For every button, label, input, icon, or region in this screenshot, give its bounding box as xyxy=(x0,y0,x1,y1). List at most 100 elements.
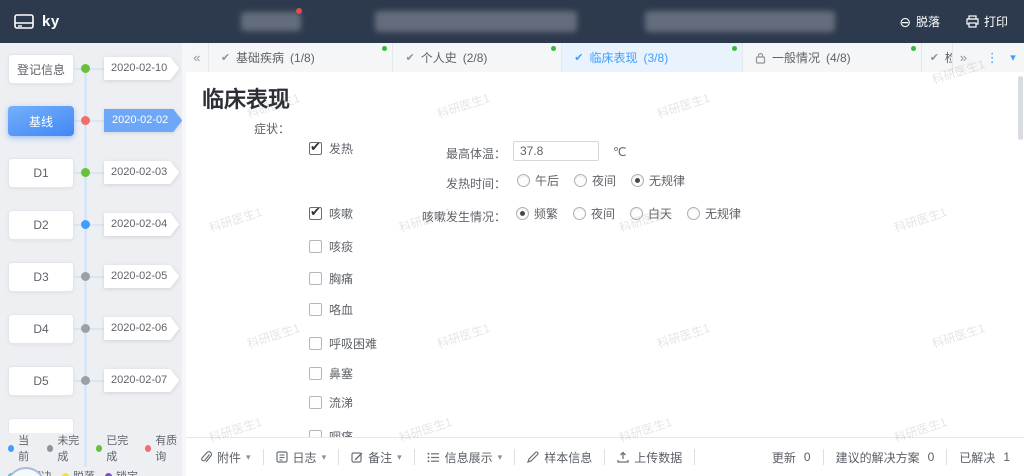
visit-date-tag[interactable]: 2020-02-03 xyxy=(104,161,179,184)
print-button[interactable]: 打印 xyxy=(966,13,1008,30)
caret-down-icon: ▾ xyxy=(498,452,503,463)
legend-item: 当前 xyxy=(8,432,37,464)
nasal-congestion-checkbox[interactable] xyxy=(309,367,322,380)
legend-dot xyxy=(96,445,102,452)
form-tabbar: « ✔ 基础疾病 (1/8) ✔ 个人史 (2/8) ✔ 临床表现 (3/8) xyxy=(186,43,1024,73)
status-dot xyxy=(81,220,90,229)
cough-checkbox[interactable] xyxy=(309,207,322,220)
radio-label: 频繁 xyxy=(534,205,558,222)
tabs-scroll-right[interactable]: » xyxy=(952,43,975,72)
app-window: ky ⊖ 脱落 打印 xyxy=(0,0,1024,476)
stage-card-partial[interactable] xyxy=(8,418,74,433)
tab-personal-history[interactable]: ✔ 个人史 (2/8) xyxy=(393,43,562,72)
check-icon: ✔ xyxy=(930,51,939,64)
legend-label: 当前 xyxy=(18,432,37,464)
dyspnea-checkbox[interactable] xyxy=(309,337,322,350)
tabs-more-menu[interactable]: ⋮ xyxy=(982,43,1002,72)
tab-label: 基础疾病 xyxy=(236,49,284,66)
visit-date-tag[interactable]: 2020-02-05 xyxy=(104,265,179,288)
symptom-label: 鼻塞 xyxy=(329,365,353,382)
visit-date-tag[interactable]: 2020-02-02 xyxy=(104,109,182,132)
toolbar-divider xyxy=(604,449,605,465)
fever-time-radio-group: 午后 夜间 无规律 xyxy=(517,172,685,189)
paperclip-icon xyxy=(200,451,212,464)
fever-label: 发热 xyxy=(329,140,353,157)
radio-label: 夜间 xyxy=(592,172,616,189)
max-temp-label: 最高体温： xyxy=(416,145,506,162)
visit-date-tag[interactable]: 2020-02-10 xyxy=(104,57,179,80)
radio-afternoon[interactable]: 午后 xyxy=(517,172,559,189)
tab-count: (2/8) xyxy=(463,51,488,65)
tab-clinical-manifestation[interactable]: ✔ 临床表现 (3/8) xyxy=(562,43,743,72)
stage-card-baseline[interactable]: 基线 xyxy=(8,106,74,136)
status-dot xyxy=(81,64,90,73)
tab-partial[interactable]: ✔ 检 xyxy=(922,43,952,72)
radio-circle-selected xyxy=(516,207,529,220)
stage-card-d4[interactable]: D4 xyxy=(8,314,74,344)
timeline-row: D2 2020-02-04 xyxy=(0,210,186,240)
radio-night[interactable]: 夜间 xyxy=(573,205,615,222)
visit-date-label: 2020-02-04 xyxy=(104,213,179,236)
tabs-dropdown-caret[interactable]: ▾ xyxy=(1002,43,1024,72)
stat-label: 更新 xyxy=(772,449,796,466)
fever-checkbox-row: 发热 xyxy=(309,140,353,157)
attachment-button[interactable]: 附件 ▾ xyxy=(200,449,251,466)
radio-irregular[interactable]: 无规律 xyxy=(687,205,741,222)
radio-label: 夜间 xyxy=(591,205,615,222)
tab-basic-disease[interactable]: ✔ 基础疾病 (1/8) xyxy=(209,43,394,72)
stage-card-d2[interactable]: D2 xyxy=(8,210,74,240)
chest-pain-checkbox[interactable] xyxy=(309,272,322,285)
print-label: 打印 xyxy=(984,13,1008,30)
legend-label: 已完成 xyxy=(106,432,135,464)
fever-checkbox[interactable] xyxy=(309,142,322,155)
toolbar-label: 备注 xyxy=(368,449,392,466)
radio-night[interactable]: 夜间 xyxy=(574,172,616,189)
sputum-checkbox[interactable] xyxy=(309,240,322,253)
notes-button[interactable]: 备注 ▾ xyxy=(351,449,402,466)
runny-nose-checkbox[interactable] xyxy=(309,396,322,409)
partial-checkbox-row: 咽痛 xyxy=(309,428,353,437)
toolbar-label: 上传数据 xyxy=(634,449,682,466)
visit-date-label: 2020-02-10 xyxy=(104,57,179,80)
tab-label: 个人史 xyxy=(421,49,457,66)
page-title: 临床表现 xyxy=(202,82,290,114)
content-scrollbar[interactable] xyxy=(1018,76,1023,140)
sample-info-button[interactable]: 样本信息 xyxy=(527,449,592,466)
visit-date-tag[interactable]: 2020-02-06 xyxy=(104,317,179,340)
stage-card-registration[interactable]: 登记信息 xyxy=(8,54,74,84)
upload-data-button[interactable]: 上传数据 xyxy=(617,449,682,466)
nasal-congestion-checkbox-row: 鼻塞 xyxy=(309,365,353,382)
cough-label: 咳嗽 xyxy=(329,205,353,222)
tab-status-dot xyxy=(382,46,387,51)
cough-checkbox-row: 咳嗽 xyxy=(309,205,353,222)
timeline-row: 基线 2020-02-02 xyxy=(0,106,186,136)
stage-card-d3[interactable]: D3 xyxy=(8,262,74,292)
radio-daytime[interactable]: 白天 xyxy=(630,205,672,222)
max-temp-input[interactable] xyxy=(513,141,599,161)
dropout-button[interactable]: ⊖ 脱落 xyxy=(899,13,940,30)
logo[interactable]: ky xyxy=(14,0,60,43)
timeline-row: D3 2020-02-05 xyxy=(0,262,186,292)
tab-general-condition[interactable]: 一般情况 (4/8) xyxy=(743,43,922,72)
stat-label: 已解决 xyxy=(959,449,995,466)
tab-count: (4/8) xyxy=(826,51,851,65)
stage-card-d1[interactable]: D1 xyxy=(8,158,74,188)
stage-card-d5[interactable]: D5 xyxy=(8,366,74,396)
runny-nose-checkbox-row: 流涕 xyxy=(309,394,353,411)
toolbar-divider xyxy=(514,449,515,465)
info-display-button[interactable]: 信息展示 ▾ xyxy=(427,449,503,466)
bottom-toolbar: 附件 ▾ 日志 ▾ 备注 ▾ xyxy=(186,437,1024,476)
caret-down-icon: ▾ xyxy=(322,452,327,463)
symptom-label: 呼吸困难 xyxy=(329,335,377,352)
hemoptysis-checkbox[interactable] xyxy=(309,303,322,316)
visit-date-tag[interactable]: 2020-02-07 xyxy=(104,369,179,392)
log-button[interactable]: 日志 ▾ xyxy=(276,449,327,466)
radio-circle-selected xyxy=(631,174,644,187)
radio-label: 白天 xyxy=(648,205,672,222)
chest-pain-checkbox-row: 胸痛 xyxy=(309,270,353,287)
radio-frequent[interactable]: 频繁 xyxy=(516,205,558,222)
radio-irregular[interactable]: 无规律 xyxy=(631,172,685,189)
visit-date-tag[interactable]: 2020-02-04 xyxy=(104,213,179,236)
tabs-scroll-left[interactable]: « xyxy=(186,43,209,72)
partial-checkbox[interactable] xyxy=(309,430,322,437)
